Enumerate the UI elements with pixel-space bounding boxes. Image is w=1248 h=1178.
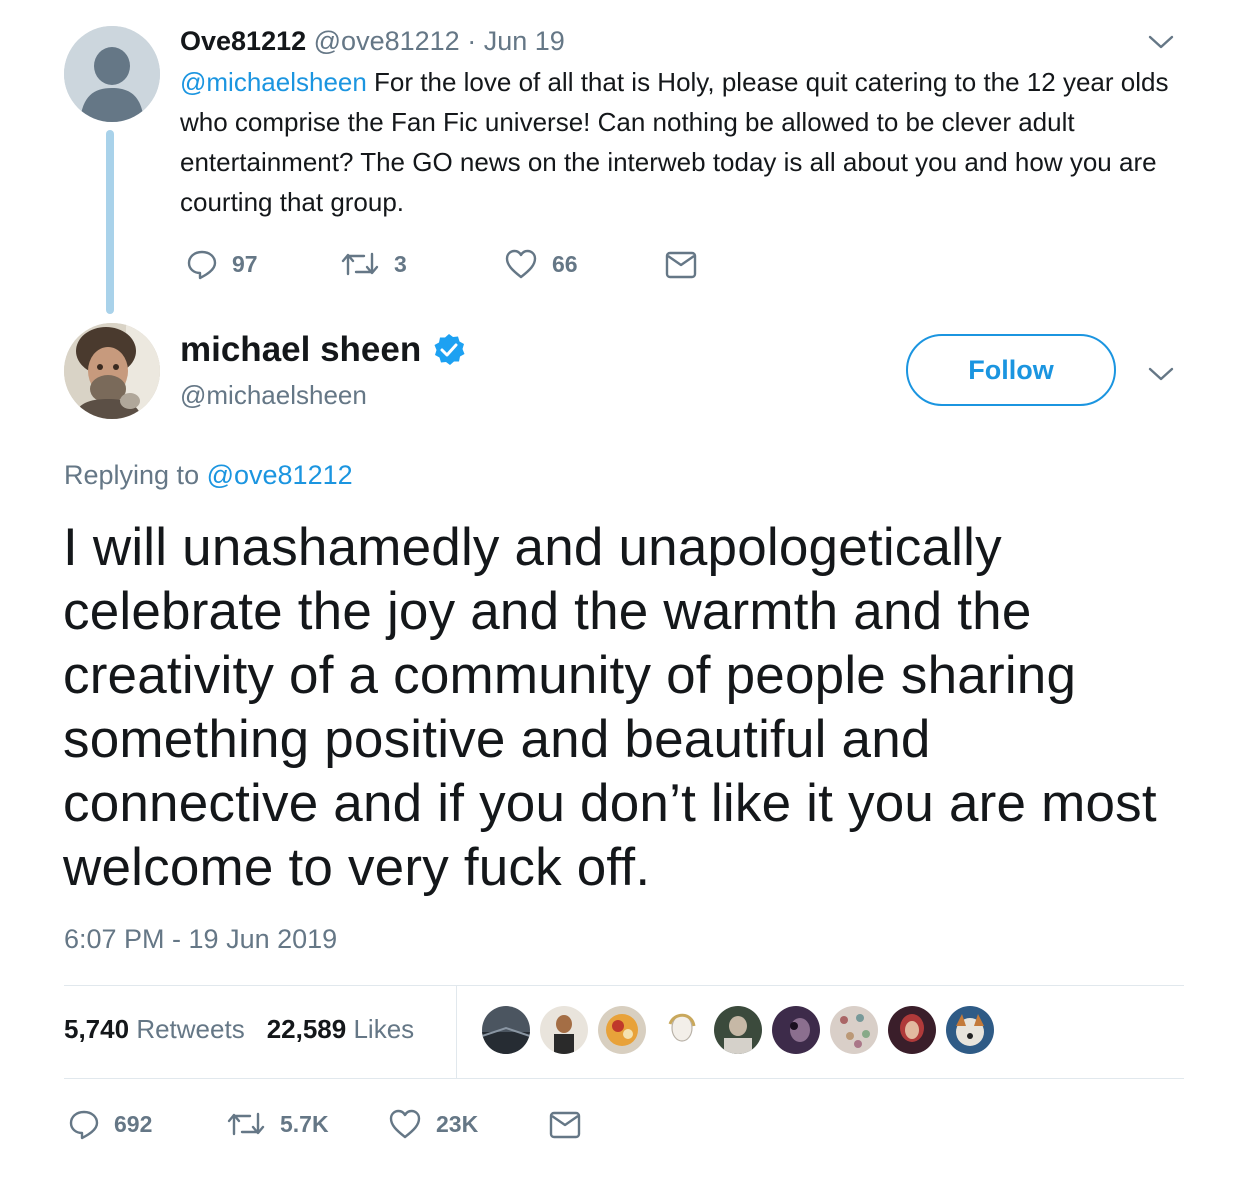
liker-avatar[interactable] xyxy=(946,1006,994,1054)
main-handle[interactable]: @michaelsheen xyxy=(180,380,367,411)
heart-icon xyxy=(505,249,537,279)
liker-avatar[interactable] xyxy=(772,1006,820,1054)
parent-menu-button[interactable] xyxy=(1146,32,1176,57)
reply-icon xyxy=(187,250,217,280)
parent-like-action[interactable]: 66 xyxy=(504,248,578,280)
main-like-action[interactable]: 23K xyxy=(388,1108,478,1140)
retweets-label: Retweets xyxy=(136,1014,245,1044)
main-author-row: michael sheen xyxy=(180,328,467,372)
replying-prefix: Replying to xyxy=(64,460,207,490)
main-display-name[interactable]: michael sheen xyxy=(180,328,421,372)
parent-handle[interactable]: @ove81212 xyxy=(314,26,460,56)
retweets-count: 5,740 xyxy=(64,1014,130,1044)
chevron-down-icon xyxy=(1148,35,1174,49)
main-retweet-count: 5.7K xyxy=(280,1110,329,1137)
main-tweet-text: I will unashamedly and unapologetically … xyxy=(63,518,1157,897)
main-reply-action[interactable]: 692 xyxy=(68,1108,152,1140)
parent-tweet-text: @michaelsheen For the love of all that i… xyxy=(180,62,1190,222)
liker-avatar[interactable] xyxy=(540,1006,588,1054)
parent-date[interactable]: Jun 19 xyxy=(484,26,565,56)
parent-like-count: 66 xyxy=(552,250,578,277)
parent-reply-action[interactable]: 97 xyxy=(186,248,258,280)
follow-button[interactable]: Follow xyxy=(906,334,1116,406)
mail-icon xyxy=(549,1111,581,1139)
main-menu-button[interactable] xyxy=(1146,364,1176,389)
mail-icon xyxy=(665,251,697,279)
main-retweet-action[interactable]: 5.7K xyxy=(226,1108,329,1140)
main-timestamp[interactable]: 6:07 PM - 19 Jun 2019 xyxy=(64,924,337,955)
liker-avatar[interactable] xyxy=(888,1006,936,1054)
likes-stat[interactable]: 22,589 Likes xyxy=(267,1014,414,1045)
retweet-icon xyxy=(341,252,379,276)
heart-icon xyxy=(389,1109,421,1139)
divider-bottom xyxy=(64,1078,1184,1079)
likes-count: 22,589 xyxy=(266,1014,347,1044)
main-dm-action[interactable] xyxy=(548,1110,582,1140)
parent-mention-link[interactable]: @michaelsheen xyxy=(180,67,367,97)
default-avatar-icon xyxy=(64,26,160,122)
parent-retweet-action[interactable]: 3 xyxy=(340,248,407,280)
parent-dm-action[interactable] xyxy=(664,250,698,280)
liker-avatar[interactable] xyxy=(714,1006,762,1054)
parent-reply-count: 97 xyxy=(232,250,258,277)
reply-icon xyxy=(69,1110,99,1140)
verified-badge-icon xyxy=(434,334,465,365)
thread-connector xyxy=(106,130,114,314)
liker-avatar[interactable] xyxy=(830,1006,878,1054)
engagement-stats: 5,740 Retweets 22,589 Likes xyxy=(64,1014,414,1045)
liker-avatar[interactable] xyxy=(482,1006,530,1054)
liker-avatar[interactable] xyxy=(598,1006,646,1054)
retweets-stat[interactable]: 5,740 Retweets xyxy=(64,1014,245,1045)
liker-avatar[interactable] xyxy=(656,1006,704,1054)
liker-avatars xyxy=(482,1006,994,1054)
profile-photo xyxy=(64,323,160,419)
replying-to: Replying to @ove81212 xyxy=(64,460,353,491)
main-reply-count: 692 xyxy=(114,1110,153,1137)
parent-retweet-count: 3 xyxy=(394,250,407,277)
retweet-icon xyxy=(227,1112,265,1136)
parent-separator: · xyxy=(467,26,477,56)
parent-display-name[interactable]: Ove81212 xyxy=(180,26,306,56)
avatar-ove81212[interactable] xyxy=(64,26,160,122)
divider-vertical xyxy=(456,986,457,1078)
divider-top xyxy=(64,985,1184,986)
chevron-down-icon xyxy=(1148,367,1174,381)
avatar-michaelsheen[interactable] xyxy=(64,323,160,419)
parent-tweet-header: Ove81212 @ove81212 · Jun 19 xyxy=(180,26,565,56)
replying-handle-link[interactable]: @ove81212 xyxy=(207,460,353,490)
likes-label: Likes xyxy=(353,1014,415,1044)
main-like-count: 23K xyxy=(436,1110,479,1137)
